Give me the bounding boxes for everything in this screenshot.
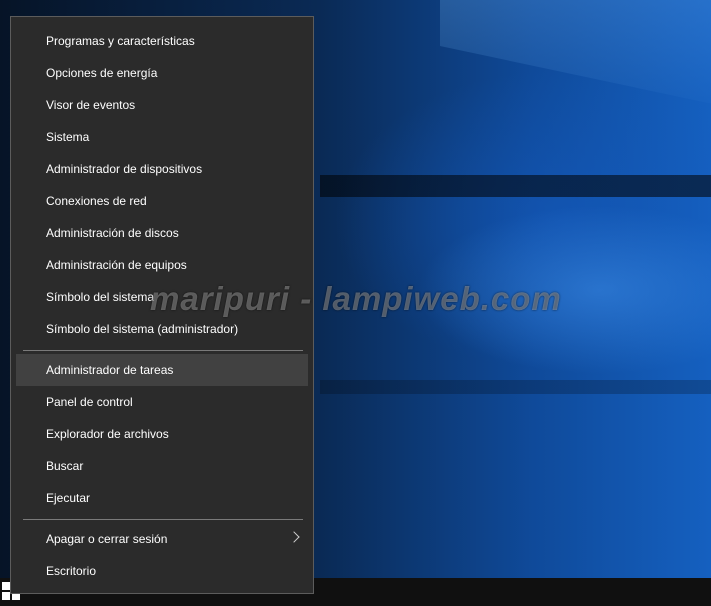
wallpaper-beam xyxy=(320,380,711,394)
menu-item-label: Administración de equipos xyxy=(46,258,187,272)
menu-item-simbolo-sistema[interactable]: Símbolo del sistema xyxy=(16,281,308,313)
menu-item-label: Administrador de dispositivos xyxy=(46,162,203,176)
menu-item-label: Opciones de energía xyxy=(46,66,158,80)
menu-separator xyxy=(23,350,303,351)
menu-item-apagar[interactable]: Apagar o cerrar sesión xyxy=(16,523,308,555)
menu-item-label: Visor de eventos xyxy=(46,98,136,112)
menu-item-dispositivos[interactable]: Administrador de dispositivos xyxy=(16,153,308,185)
menu-item-visor-eventos[interactable]: Visor de eventos xyxy=(16,89,308,121)
menu-item-label: Sistema xyxy=(46,130,90,144)
menu-item-escritorio[interactable]: Escritorio xyxy=(16,555,308,587)
menu-item-ejecutar[interactable]: Ejecutar xyxy=(16,482,308,514)
menu-item-panel-control[interactable]: Panel de control xyxy=(16,386,308,418)
menu-item-label: Símbolo del sistema xyxy=(46,290,155,304)
menu-item-label: Conexiones de red xyxy=(46,194,147,208)
menu-item-label: Programas y características xyxy=(46,34,195,48)
menu-item-administrador-tareas[interactable]: Administrador de tareas xyxy=(16,354,308,386)
menu-item-energia[interactable]: Opciones de energía xyxy=(16,57,308,89)
menu-item-programas[interactable]: Programas y características xyxy=(16,25,308,57)
menu-item-discos[interactable]: Administración de discos xyxy=(16,217,308,249)
menu-item-label: Apagar o cerrar sesión xyxy=(46,532,168,546)
chevron-right-icon xyxy=(288,531,300,543)
menu-item-simbolo-sistema-admin[interactable]: Símbolo del sistema (administrador) xyxy=(16,313,308,345)
menu-item-label: Explorador de archivos xyxy=(46,427,169,441)
menu-item-label: Buscar xyxy=(46,459,84,473)
quick-link-menu: Programas y características Opciones de … xyxy=(10,16,314,594)
menu-item-conexiones-red[interactable]: Conexiones de red xyxy=(16,185,308,217)
menu-item-explorador-archivos[interactable]: Explorador de archivos xyxy=(16,418,308,450)
menu-item-equipos[interactable]: Administración de equipos xyxy=(16,249,308,281)
wallpaper-light-shaft xyxy=(440,0,711,115)
menu-item-label: Administración de discos xyxy=(46,226,179,240)
menu-item-label: Escritorio xyxy=(46,564,97,578)
menu-item-buscar[interactable]: Buscar xyxy=(16,450,308,482)
menu-item-label: Símbolo del sistema (administrador) xyxy=(46,322,239,336)
menu-item-label: Administrador de tareas xyxy=(46,363,174,377)
wallpaper-beam xyxy=(320,175,711,197)
menu-item-label: Ejecutar xyxy=(46,491,91,505)
menu-item-sistema[interactable]: Sistema xyxy=(16,121,308,153)
menu-separator xyxy=(23,519,303,520)
menu-item-label: Panel de control xyxy=(46,395,133,409)
